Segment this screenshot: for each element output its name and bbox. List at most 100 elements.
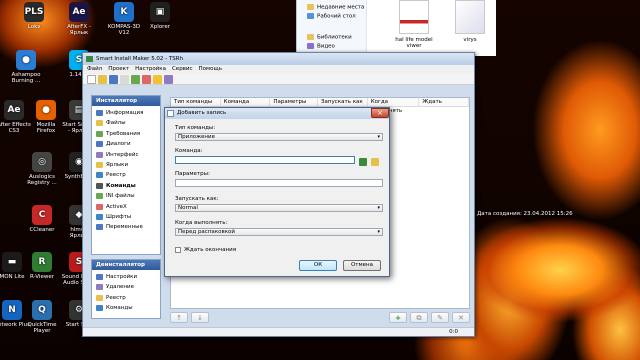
installer-panel: Инсталлятор Информация Файлы Требования Диа… xyxy=(91,95,161,255)
run-as-select[interactable]: Normal ▾ xyxy=(175,204,383,212)
delete-button[interactable]: ✕ xyxy=(452,311,470,323)
desktop-shortcut[interactable]: K KOMPAS-3D V12 xyxy=(106,2,142,36)
sidebar-item-icon xyxy=(96,120,103,127)
sidebar-item-label: Требования xyxy=(106,130,141,137)
shortcut-label: Xplorer xyxy=(150,24,170,30)
run-as-label: Запускать как: xyxy=(175,196,219,202)
close-icon[interactable]: × xyxy=(371,108,389,118)
sidebar-item-icon xyxy=(96,284,103,291)
sidebar-item-icon xyxy=(96,213,103,220)
when-label: Когда выполнять: xyxy=(175,220,228,226)
folder-icon[interactable] xyxy=(371,158,379,166)
column-headers: Тип команды Команда Параметры Запускать … xyxy=(171,98,470,114)
sidebar-item-installer[interactable]: Диалоги xyxy=(92,139,160,149)
copy-button[interactable]: ⧉ xyxy=(410,311,428,323)
menu-file[interactable]: Файл xyxy=(87,65,102,74)
nav-item-libraries[interactable]: Библиотеки xyxy=(307,34,352,41)
file-icon xyxy=(399,0,429,34)
dialog-title-bar[interactable]: Добавить запись × xyxy=(165,108,389,119)
command-input[interactable] xyxy=(175,156,355,164)
installer-list: Информация Файлы Требования Диалоги Интерфей… xyxy=(92,106,160,235)
sidebar-item-uninstaller[interactable]: Команды xyxy=(92,303,160,313)
desktop-shortcut[interactable]: Q QuickTime Player xyxy=(24,300,60,334)
installer-header: Инсталлятор xyxy=(92,96,160,106)
desktop-shortcut[interactable]: ◎ Auslogics Registry ... xyxy=(24,152,60,186)
shortcut-label: KOMPAS-3D V12 xyxy=(107,24,141,36)
checkbox-box[interactable] xyxy=(175,247,181,253)
desktop-shortcut[interactable]: R R-Viewer xyxy=(24,252,60,280)
menu-service[interactable]: Сервис xyxy=(172,65,193,74)
cancel-button[interactable]: Отмена xyxy=(343,260,381,271)
sidebar-item-installer[interactable]: ActiveX xyxy=(92,202,160,212)
sidebar-item-label: Реестр xyxy=(106,294,126,301)
sidebar-item-label: Интерфейс xyxy=(106,151,139,158)
save-icon[interactable] xyxy=(109,75,118,84)
shortcut-label: QuickTime Player xyxy=(27,322,57,334)
menu-project[interactable]: Проект xyxy=(108,65,129,74)
sidebar-item-icon xyxy=(96,294,103,301)
column-wait[interactable]: Ждать xyxy=(419,98,470,106)
desktop-shortcut[interactable]: ● Mozilla Firefox xyxy=(28,100,64,134)
sidebar-item-installer[interactable]: Файлы xyxy=(92,118,160,128)
sidebar-item-installer[interactable]: Информация xyxy=(92,108,160,118)
after-effects-cs3-icon: Ae xyxy=(4,100,24,120)
settings-icon[interactable] xyxy=(153,75,162,84)
nav-item-desktop[interactable]: Рабочий стол xyxy=(307,13,356,20)
sidebar-item-installer[interactable]: Реестр xyxy=(92,170,160,180)
desktop-shortcut[interactable]: ● Ashampoo Burning ... xyxy=(8,50,44,84)
nav-item-recent[interactable]: Недавние места xyxy=(307,4,364,11)
chevron-down-icon: ▾ xyxy=(377,134,380,140)
wait-checkbox[interactable]: Ждать окончания xyxy=(175,247,236,253)
file-thumb-virys[interactable]: virys xyxy=(445,0,495,43)
edit-button[interactable]: ✎ xyxy=(431,311,449,323)
desktop-shortcut[interactable]: ▣ Xplorer xyxy=(142,2,178,30)
sidebar-item-installer[interactable]: Переменные xyxy=(92,222,160,232)
new-file-icon[interactable] xyxy=(87,75,96,84)
xplorer-icon: ▣ xyxy=(150,2,170,22)
move-up-button[interactable]: ↑ xyxy=(170,311,188,323)
sidebar-item-uninstaller[interactable]: Настройки xyxy=(92,272,160,282)
sidebar-item-icon xyxy=(96,224,103,231)
sidebar-item-label: Настройки xyxy=(106,274,138,280)
menu-settings[interactable]: Настройка xyxy=(135,65,166,74)
mon-icon: ▬ xyxy=(2,252,22,272)
file-created-date: Дата создания: 23.04.2012 15:26 xyxy=(477,211,573,217)
window-title-bar[interactable]: Smart Install Maker 5.02 - TSRh xyxy=(83,53,474,65)
sidebar-item-uninstaller[interactable]: Реестр xyxy=(92,293,160,303)
column-when[interactable]: Когда выполнять xyxy=(368,98,420,114)
file-thumb-hlmv[interactable]: hal life model viwer xyxy=(389,0,439,49)
toolbar xyxy=(83,74,474,85)
open-folder-icon[interactable] xyxy=(98,75,107,84)
desktop-shortcut[interactable]: C CCleaner xyxy=(24,205,60,233)
column-type[interactable]: Тип команды xyxy=(171,98,221,106)
browse-icon[interactable] xyxy=(359,158,367,166)
sidebar-item-installer[interactable]: INI файлы xyxy=(92,191,160,201)
type-select[interactable]: Приложение ▾ xyxy=(175,133,383,141)
sidebar-item-label: Реестр xyxy=(106,172,126,179)
menu-help[interactable]: Помощь xyxy=(199,65,222,74)
ok-button[interactable]: ОК xyxy=(299,260,337,271)
file-icon xyxy=(455,0,485,34)
sidebar-item-installer[interactable]: Команды xyxy=(92,181,160,191)
when-select[interactable]: Перед распаковкой ▾ xyxy=(175,228,383,236)
run-icon[interactable] xyxy=(142,75,151,84)
network-icon: N xyxy=(2,300,22,320)
move-down-button[interactable]: ↓ xyxy=(191,311,209,323)
sidebar-item-label: Команды xyxy=(106,305,133,312)
sidebar-item-installer[interactable]: Шрифты xyxy=(92,212,160,222)
params-input[interactable] xyxy=(175,179,383,187)
build-icon[interactable] xyxy=(131,75,140,84)
column-run-as[interactable]: Запускать как xyxy=(318,98,368,106)
desktop-shortcut[interactable]: Ae AfterFX - Ярлык xyxy=(61,2,97,36)
column-params[interactable]: Параметры xyxy=(270,98,319,106)
nav-item-video[interactable]: Видео xyxy=(307,43,335,50)
sidebar-item-installer[interactable]: Требования xyxy=(92,129,160,139)
sidebar-item-installer[interactable]: Интерфейс xyxy=(92,150,160,160)
sidebar-item-installer[interactable]: Ярлыки xyxy=(92,160,160,170)
status-bar: 0:0 xyxy=(83,327,474,336)
add-button[interactable]: + xyxy=(389,311,407,323)
sidebar-item-uninstaller[interactable]: Удаление xyxy=(92,282,160,292)
column-command[interactable]: Команда xyxy=(221,98,271,106)
help-icon[interactable] xyxy=(164,75,173,84)
desktop-shortcut[interactable]: PLS Loks xyxy=(16,2,52,30)
